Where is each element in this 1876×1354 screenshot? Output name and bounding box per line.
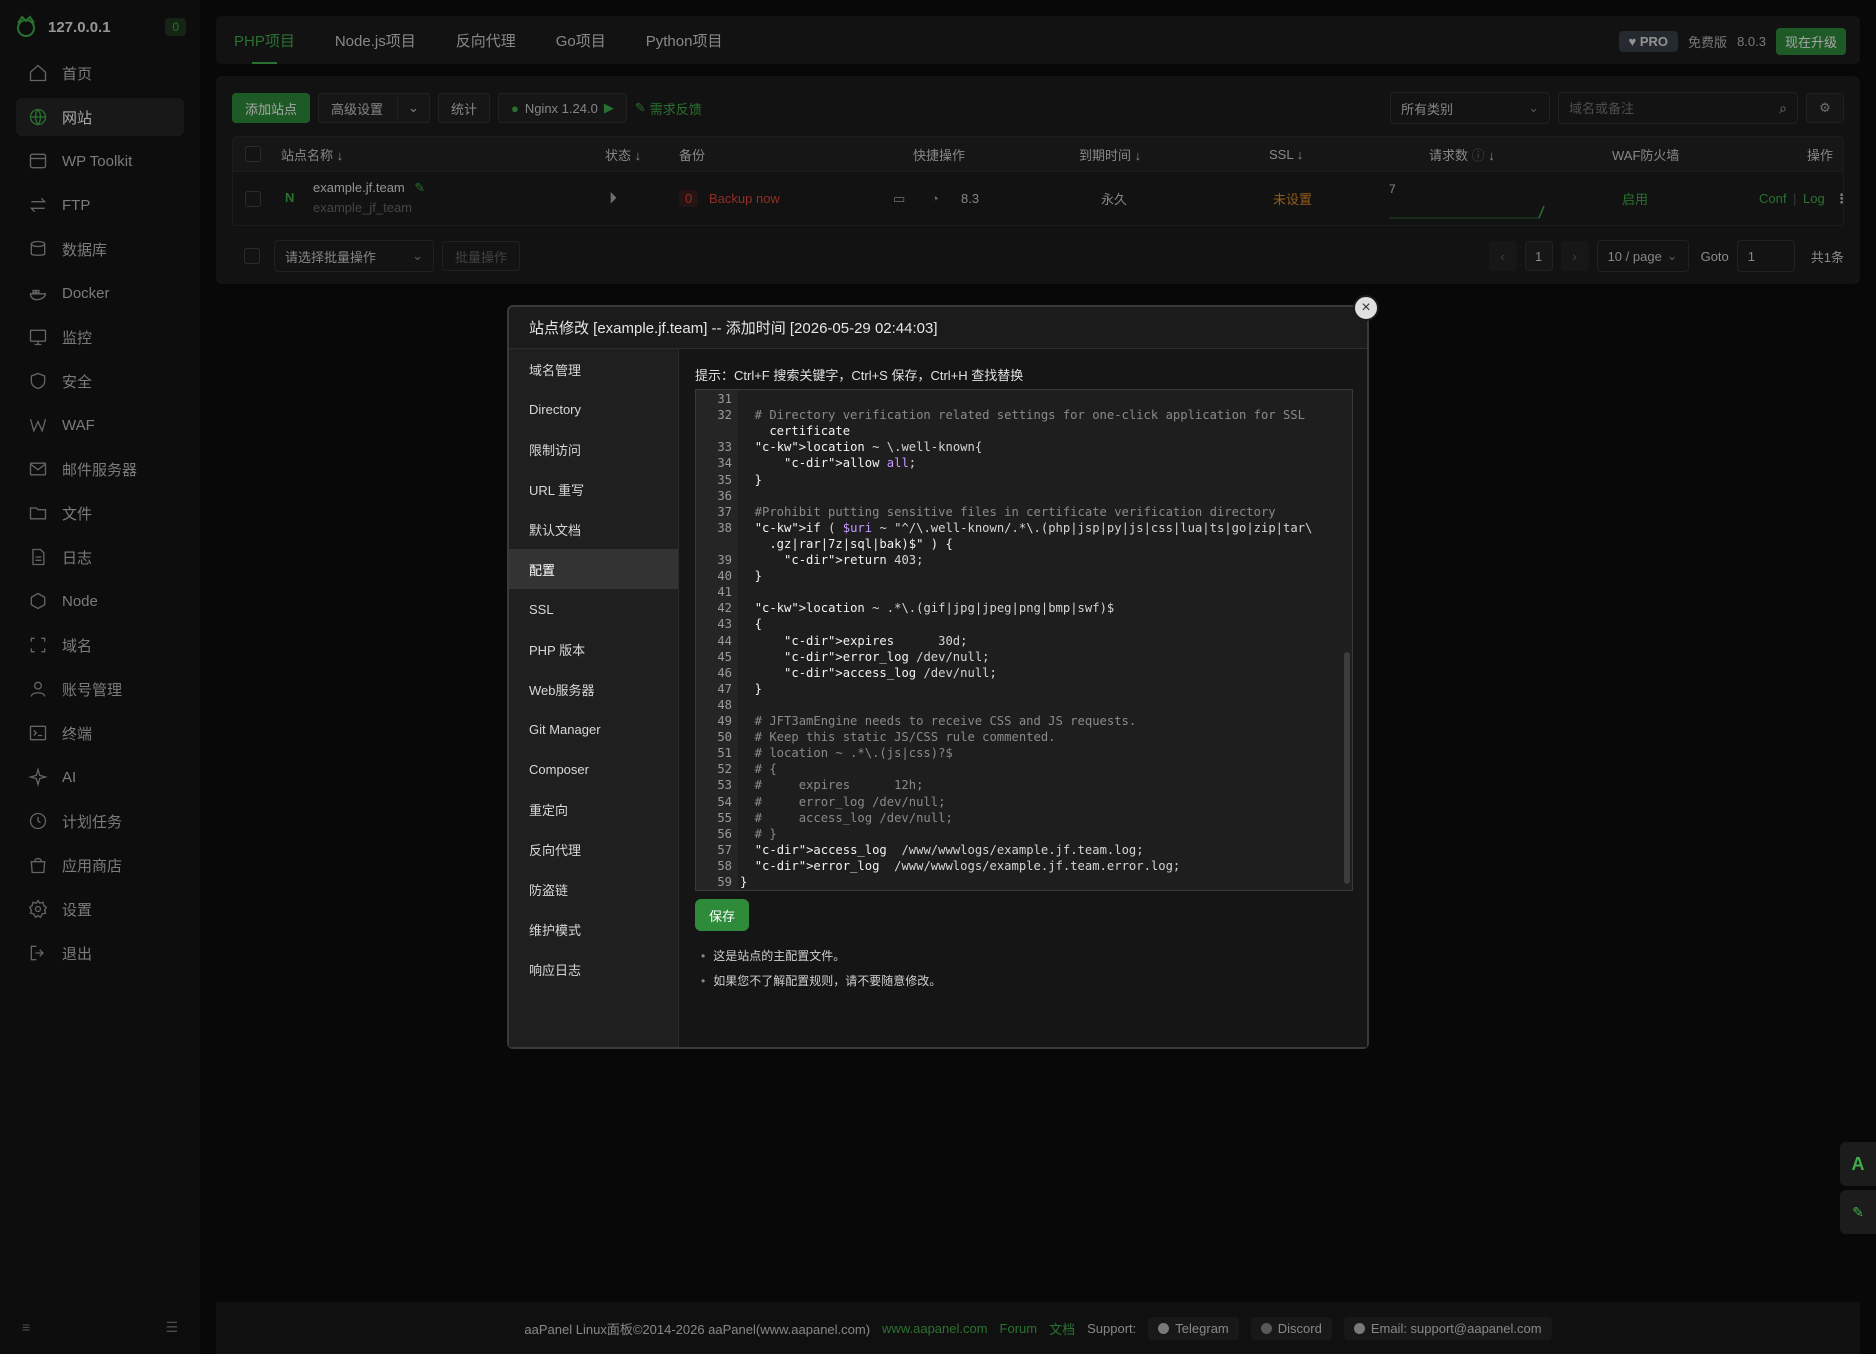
save-button[interactable]: 保存 bbox=[695, 899, 750, 931]
modal-menu: 域名管理 Directory 限制访问 URL 重写 默认文档 配置 SSL PHP 版本 We… bbox=[509, 349, 679, 1047]
shortcut-hint: 提示：Ctrl+F 搜索关键字，Ctrl+S 保存，Ctrl+H 查找替换 bbox=[695, 368, 1024, 383]
line-number: 31 bbox=[717, 392, 732, 406]
line-text: # access_log /dev/null; bbox=[740, 810, 953, 825]
line-text: "c-dir">allow all; bbox=[784, 456, 917, 471]
line-text: } bbox=[740, 472, 763, 487]
notes-list: 这是站点的主配置文件。 如果您不了解配置规则，请不要随意修改。 bbox=[701, 947, 941, 997]
modal-menu-item[interactable]: SSL bbox=[509, 589, 678, 629]
line-text: # { bbox=[740, 762, 777, 777]
line-number: 46 bbox=[717, 665, 732, 680]
line-text: { bbox=[740, 617, 763, 632]
line-text: certificate bbox=[740, 424, 851, 439]
line-number: 58 bbox=[717, 858, 732, 873]
line-number: 55 bbox=[717, 810, 732, 825]
modal-menu-item[interactable]: 响应日志 bbox=[509, 949, 678, 989]
line-text: #Prohibit putting sensitive files in cer… bbox=[740, 504, 1276, 519]
config-code-editor[interactable]: 31 32 # Directory verification related se… bbox=[695, 389, 1353, 891]
modal-content: 提示：Ctrl+F 搜索关键字，Ctrl+S 保存，Ctrl+H 查找替换 31… bbox=[679, 349, 1367, 1047]
line-text: "c-dir">error_log /dev/null; bbox=[784, 649, 990, 664]
line-text: "c-kw">if ( $uri ~ "^/\.well-known/.*\.(… bbox=[754, 520, 1313, 535]
line-text: # location ~ .*\.(js|css)?$ bbox=[740, 746, 953, 761]
modal-menu-item[interactable]: URL 重写 bbox=[509, 469, 678, 509]
line-text: # } bbox=[740, 826, 777, 841]
line-text: # JFT3amEngine needs to receive CSS and … bbox=[740, 714, 1137, 728]
line-number: 44 bbox=[717, 633, 732, 648]
line-text: .gz|rar|7z|sql|bak)$" ) { bbox=[740, 536, 953, 551]
line-number: 45 bbox=[717, 649, 732, 664]
line-text: "c-kw">location ~ .*\.(gif|jpg|jpeg|png|… bbox=[754, 601, 1115, 616]
line-text: "c-dir">error_log /www/wwwlogs/example.j… bbox=[754, 858, 1181, 873]
modal-menu-item[interactable]: Directory bbox=[509, 389, 678, 429]
site-edit-modal: 站点修改 [example.jf.team] -- 添加时间 [2026-05-… bbox=[507, 295, 1379, 1049]
line-number: 42 bbox=[717, 601, 732, 616]
line-number: 36 bbox=[717, 488, 732, 503]
line-number: 37 bbox=[717, 504, 732, 519]
line-number: 54 bbox=[717, 794, 732, 809]
line-number: 40 bbox=[717, 569, 732, 584]
feedback-float-button[interactable]: ✎ bbox=[1840, 1190, 1876, 1234]
modal-menu-item[interactable]: Git Manager bbox=[509, 709, 678, 749]
line-text: } bbox=[740, 569, 763, 584]
ai-icon: A bbox=[1851, 1153, 1865, 1174]
modal-menu-item[interactable]: 配置 bbox=[509, 549, 678, 589]
line-number: 43 bbox=[717, 617, 732, 632]
line-number: 41 bbox=[717, 585, 732, 600]
line-text: # Directory verification related setting… bbox=[740, 408, 1305, 423]
line-number: 34 bbox=[717, 456, 732, 471]
modal-menu-item[interactable]: 重定向 bbox=[509, 789, 678, 829]
note-item: 这是站点的主配置文件。 bbox=[701, 947, 941, 964]
modal-menu-item[interactable]: 域名管理 bbox=[509, 349, 678, 389]
ai-float-button[interactable]: A bbox=[1840, 1142, 1876, 1186]
line-text: "c-dir">return 403; bbox=[784, 553, 924, 567]
modal-menu-item[interactable]: 限制访问 bbox=[509, 429, 678, 469]
line-text: "c-kw">location ~ \.well-known{ bbox=[754, 440, 983, 455]
modal-menu-item[interactable]: 反向代理 bbox=[509, 829, 678, 869]
modal-menu-item[interactable]: 默认文档 bbox=[509, 509, 678, 549]
line-number: 47 bbox=[717, 681, 732, 696]
modal-menu-item[interactable]: 防盗链 bbox=[509, 869, 678, 909]
line-number: 56 bbox=[717, 826, 732, 841]
note-item: 如果您不了解配置规则，请不要随意修改。 bbox=[701, 972, 941, 989]
line-number: 53 bbox=[717, 778, 732, 793]
line-number: 33 bbox=[717, 440, 732, 455]
modal-menu-item[interactable]: PHP 版本 bbox=[509, 629, 678, 669]
line-number: 57 bbox=[717, 842, 732, 857]
line-number: 51 bbox=[717, 746, 732, 761]
line-number: 35 bbox=[717, 472, 732, 487]
line-text: "c-dir">expires 30d; bbox=[784, 633, 968, 648]
line-number: 59 bbox=[717, 875, 732, 889]
line-number: 32 bbox=[717, 408, 732, 423]
line-text: # error_log /dev/null; bbox=[740, 794, 946, 809]
line-number: 49 bbox=[717, 714, 732, 728]
line-text: } bbox=[740, 875, 748, 889]
edit-icon: ✎ bbox=[1852, 1203, 1864, 1220]
line-text: } bbox=[740, 681, 763, 696]
close-icon[interactable]: × bbox=[1353, 295, 1379, 321]
line-text: # Keep this static JS/CSS rule commented… bbox=[740, 730, 1056, 745]
modal-title: 站点修改 [example.jf.team] -- 添加时间 [2026-05-… bbox=[509, 307, 1367, 349]
line-text: "c-dir">access_log /dev/null; bbox=[784, 665, 997, 680]
line-text: "c-dir">access_log /www/wwwlogs/example.… bbox=[754, 842, 1144, 857]
editor-scrollbar[interactable] bbox=[1344, 652, 1350, 884]
line-number: 48 bbox=[717, 697, 732, 712]
modal-menu-item[interactable]: Web服务器 bbox=[509, 669, 678, 709]
line-number: 52 bbox=[717, 762, 732, 777]
line-number: 50 bbox=[717, 730, 732, 745]
line-text: # expires 12h; bbox=[740, 778, 924, 793]
line-number: 38 bbox=[717, 520, 732, 535]
line-number: 39 bbox=[717, 553, 732, 567]
modal-menu-item[interactable]: 维护模式 bbox=[509, 909, 678, 949]
modal-menu-item[interactable]: Composer bbox=[509, 749, 678, 789]
